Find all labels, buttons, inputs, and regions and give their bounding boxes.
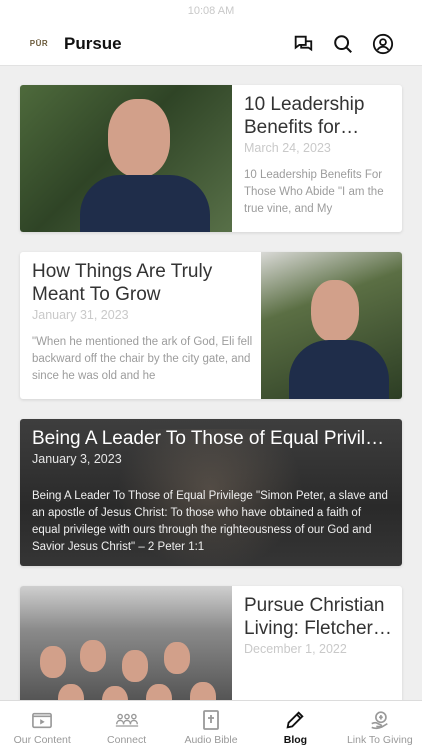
- giving-icon: [368, 709, 392, 731]
- post-date: January 31, 2023: [32, 308, 129, 322]
- post-title: Pursue Christian Living: Fletcher Lang: [244, 595, 385, 639]
- tab-connect[interactable]: Connect: [84, 701, 168, 750]
- post-title: 10 Leadership Benefits for Those Who Abi…: [244, 94, 365, 138]
- app-logo: PŪR: [29, 39, 49, 48]
- tab-audio-bible[interactable]: Audio Bible: [169, 701, 253, 750]
- tab-our-content[interactable]: Our Content: [0, 701, 84, 750]
- post-thumbnail: [20, 85, 232, 232]
- chat-icon[interactable]: [292, 33, 314, 55]
- blog-post-card[interactable]: Pursue Christian Living: Fletcher Lang D…: [20, 586, 402, 700]
- search-icon[interactable]: [332, 33, 354, 55]
- tab-label: Our Content: [13, 734, 71, 746]
- bible-icon: [199, 709, 223, 731]
- post-thumbnail: [20, 586, 232, 700]
- blog-post-card[interactable]: Being A Leader To Those of Equal Privile…: [20, 419, 402, 566]
- blog-post-card[interactable]: 10 Leadership Benefits for Those Who Abi…: [20, 85, 402, 232]
- post-date: December 1, 2022: [244, 642, 347, 656]
- video-icon: [30, 709, 54, 731]
- page-title: Pursue: [64, 33, 122, 53]
- blog-post-card[interactable]: How Things Are Truly Meant To Grow Janua…: [20, 252, 402, 399]
- account-icon[interactable]: [372, 33, 394, 55]
- post-title: Being A Leader To Those of Equal Privile…: [32, 428, 390, 449]
- tab-label: Blog: [283, 734, 308, 746]
- tab-blog[interactable]: Blog: [253, 701, 337, 750]
- top-bar: PŪR Pursue: [0, 22, 422, 66]
- status-bar: 10:08 AM: [0, 0, 422, 22]
- post-date: January 3, 2023: [32, 452, 122, 466]
- tab-link-to-giving[interactable]: Link To Giving: [338, 701, 422, 750]
- post-title: How Things Are Truly Meant To Grow: [32, 261, 213, 305]
- blog-feed[interactable]: 10 Leadership Benefits for Those Who Abi…: [0, 66, 422, 700]
- post-excerpt: Being A Leader To Those of Equal Privile…: [32, 490, 388, 553]
- status-time: 10:08 AM: [187, 5, 235, 17]
- post-excerpt: 10 Leadership Benefits For Those Who Abi…: [244, 169, 384, 215]
- tab-label: Connect: [107, 734, 147, 746]
- post-date: March 24, 2023: [244, 141, 331, 155]
- tab-label: Link To Giving: [346, 734, 413, 746]
- post-excerpt: "When he mentioned the ark of God, Eli f…: [32, 336, 253, 382]
- tab-label: Audio Bible: [184, 734, 238, 746]
- post-thumbnail: [261, 252, 402, 399]
- bottom-tab-bar: Our Content Connect Audio Bible Blog Lin…: [0, 700, 422, 750]
- people-icon: [115, 709, 139, 731]
- pencil-icon: [283, 709, 307, 731]
